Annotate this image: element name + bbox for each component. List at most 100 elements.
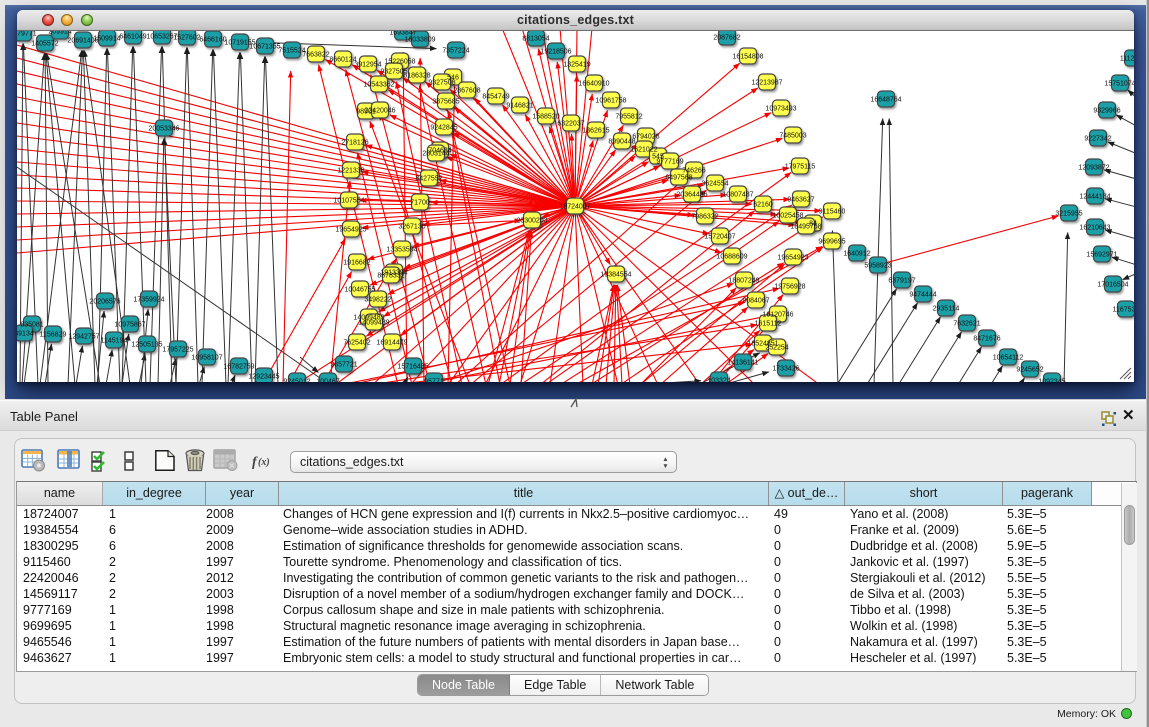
- svg-text:19654925: 19654925: [335, 226, 366, 233]
- svg-text:10958107: 10958107: [191, 354, 222, 361]
- svg-text:71700: 71700: [410, 199, 430, 206]
- svg-text:19218506: 19218506: [540, 48, 571, 55]
- svg-text:5958923: 5958923: [864, 262, 891, 269]
- svg-text:9084067: 9084067: [742, 297, 769, 304]
- svg-text:8878332: 8878332: [377, 272, 404, 279]
- svg-text:7632621: 7632621: [953, 320, 980, 327]
- svg-text:15720407: 15720407: [704, 233, 735, 240]
- svg-text:8454749: 8454749: [482, 93, 509, 100]
- svg-text:10671355: 10671355: [249, 43, 280, 50]
- svg-text:7663822: 7663822: [302, 51, 329, 58]
- svg-text:14136141: 14136141: [727, 359, 758, 366]
- svg-text:7986322: 7986322: [691, 213, 718, 220]
- svg-text:18724007: 18724007: [559, 203, 590, 210]
- svg-text:9245652: 9245652: [1016, 366, 1043, 373]
- svg-text:10688609: 10688609: [716, 253, 747, 260]
- svg-text:12942757: 12942757: [68, 333, 99, 340]
- svg-text:1916682: 1916682: [343, 259, 370, 266]
- svg-text:3624554: 3624554: [701, 180, 728, 187]
- svg-text:19756928: 19756928: [774, 283, 805, 290]
- svg-text:1621022: 1621022: [630, 146, 657, 153]
- svg-text:7955812: 7955812: [615, 113, 642, 120]
- svg-text:1167533: 1167533: [1113, 306, 1134, 313]
- svg-text:1879771: 1879771: [17, 31, 37, 37]
- svg-text:16914479: 16914479: [376, 339, 407, 346]
- svg-text:39134: 39134: [17, 330, 34, 337]
- svg-text:3267130: 3267130: [398, 223, 425, 230]
- svg-text:19384554: 19384554: [600, 271, 631, 278]
- svg-text:16210643: 16210643: [1079, 224, 1110, 231]
- svg-text:20206576: 20206576: [89, 298, 120, 305]
- svg-text:18807249: 18807249: [728, 277, 759, 284]
- svg-text:9777169: 9777169: [656, 158, 683, 165]
- svg-text:10973493: 10973493: [765, 105, 796, 112]
- svg-text:9474444: 9474444: [909, 291, 936, 298]
- svg-text:15692971: 15692971: [1086, 251, 1117, 258]
- svg-text:17359924: 17359924: [133, 296, 164, 303]
- svg-text:10961758: 10961758: [595, 97, 626, 104]
- svg-text:6461049: 6461049: [119, 33, 146, 40]
- svg-text:6379197: 6379197: [888, 277, 915, 284]
- svg-text:16782759: 16782759: [223, 363, 254, 370]
- svg-text:(x): (x): [258, 457, 270, 468]
- svg-text:1156829: 1156829: [40, 331, 67, 338]
- svg-text:9329966: 9329966: [1093, 107, 1120, 114]
- svg-text:209914: 209914: [48, 31, 71, 35]
- svg-text:1092345: 1092345: [1038, 378, 1065, 382]
- svg-text:1221338: 1221338: [337, 167, 364, 174]
- svg-text:3875685: 3875685: [432, 98, 459, 105]
- svg-text:1509914: 1509914: [93, 35, 120, 42]
- svg-text:10975867: 10975867: [114, 321, 145, 328]
- svg-text:13353594: 13353594: [386, 246, 417, 253]
- svg-text:3498222: 3498222: [364, 296, 391, 303]
- svg-text:9327508: 9327508: [428, 79, 455, 86]
- svg-text:100467: 100467: [316, 378, 339, 382]
- svg-text:2087682: 2087682: [713, 34, 740, 41]
- svg-text:10807487: 10807487: [722, 191, 753, 198]
- svg-text:95771: 95771: [424, 378, 444, 382]
- svg-text:8471676: 8471676: [973, 335, 1000, 342]
- svg-text:9227342: 9227342: [1084, 135, 1111, 142]
- svg-text:6466160: 6466160: [199, 36, 226, 43]
- svg-text:17016504: 17016504: [1097, 281, 1128, 288]
- svg-text:7485003: 7485003: [779, 132, 806, 139]
- svg-text:12444184: 12444184: [1079, 193, 1110, 200]
- svg-text:8427552: 8427552: [415, 175, 442, 182]
- svg-text:20364436: 20364436: [676, 191, 707, 198]
- svg-text:16648764: 16648764: [870, 96, 901, 103]
- svg-text:22420046: 22420046: [364, 107, 395, 114]
- svg-text:9463627: 9463627: [787, 196, 814, 203]
- svg-text:14099489: 14099489: [358, 319, 389, 326]
- svg-text:16120746: 16120746: [762, 311, 793, 318]
- svg-text:12923445: 12923445: [248, 373, 279, 380]
- svg-text:7357224: 7357224: [442, 47, 469, 54]
- svg-text:9146821: 9146821: [506, 102, 533, 109]
- svg-text:6794028: 6794028: [632, 133, 659, 140]
- svg-text:12093872: 12093872: [1078, 164, 1109, 171]
- svg-text:6497568: 6497568: [665, 174, 692, 181]
- svg-text:1112703: 1112703: [1120, 55, 1134, 62]
- svg-text:1615112: 1615112: [755, 320, 782, 327]
- svg-text:16154808: 16154808: [732, 53, 763, 60]
- svg-text:1588520: 1588520: [532, 113, 559, 120]
- svg-text:62160: 62160: [753, 201, 773, 208]
- svg-text:16033809: 16033809: [404, 36, 435, 43]
- svg-text:17975115: 17975115: [785, 163, 816, 170]
- svg-text:2935114: 2935114: [933, 305, 960, 312]
- svg-text:18495758: 18495758: [790, 223, 821, 230]
- svg-text:1527602: 1527602: [173, 34, 200, 41]
- svg-text:12213987: 12213987: [751, 79, 782, 86]
- svg-text:1362615: 1362615: [582, 127, 609, 134]
- svg-text:252254: 252254: [765, 344, 788, 351]
- svg-text:17957225: 17957225: [162, 346, 193, 353]
- svg-text:15226058: 15226058: [384, 58, 415, 65]
- svg-text:746266: 746266: [682, 167, 705, 174]
- svg-text:2867608: 2867608: [453, 87, 480, 94]
- svg-text:19654923: 19654923: [777, 254, 808, 261]
- svg-text:10025458: 10025458: [772, 212, 803, 219]
- svg-text:8660124: 8660124: [329, 56, 356, 63]
- svg-text:10046755: 10046755: [344, 286, 375, 293]
- svg-text:9699695: 9699695: [818, 238, 845, 245]
- svg-text:103324: 103324: [707, 377, 730, 382]
- svg-text:3912954: 3912954: [354, 61, 381, 68]
